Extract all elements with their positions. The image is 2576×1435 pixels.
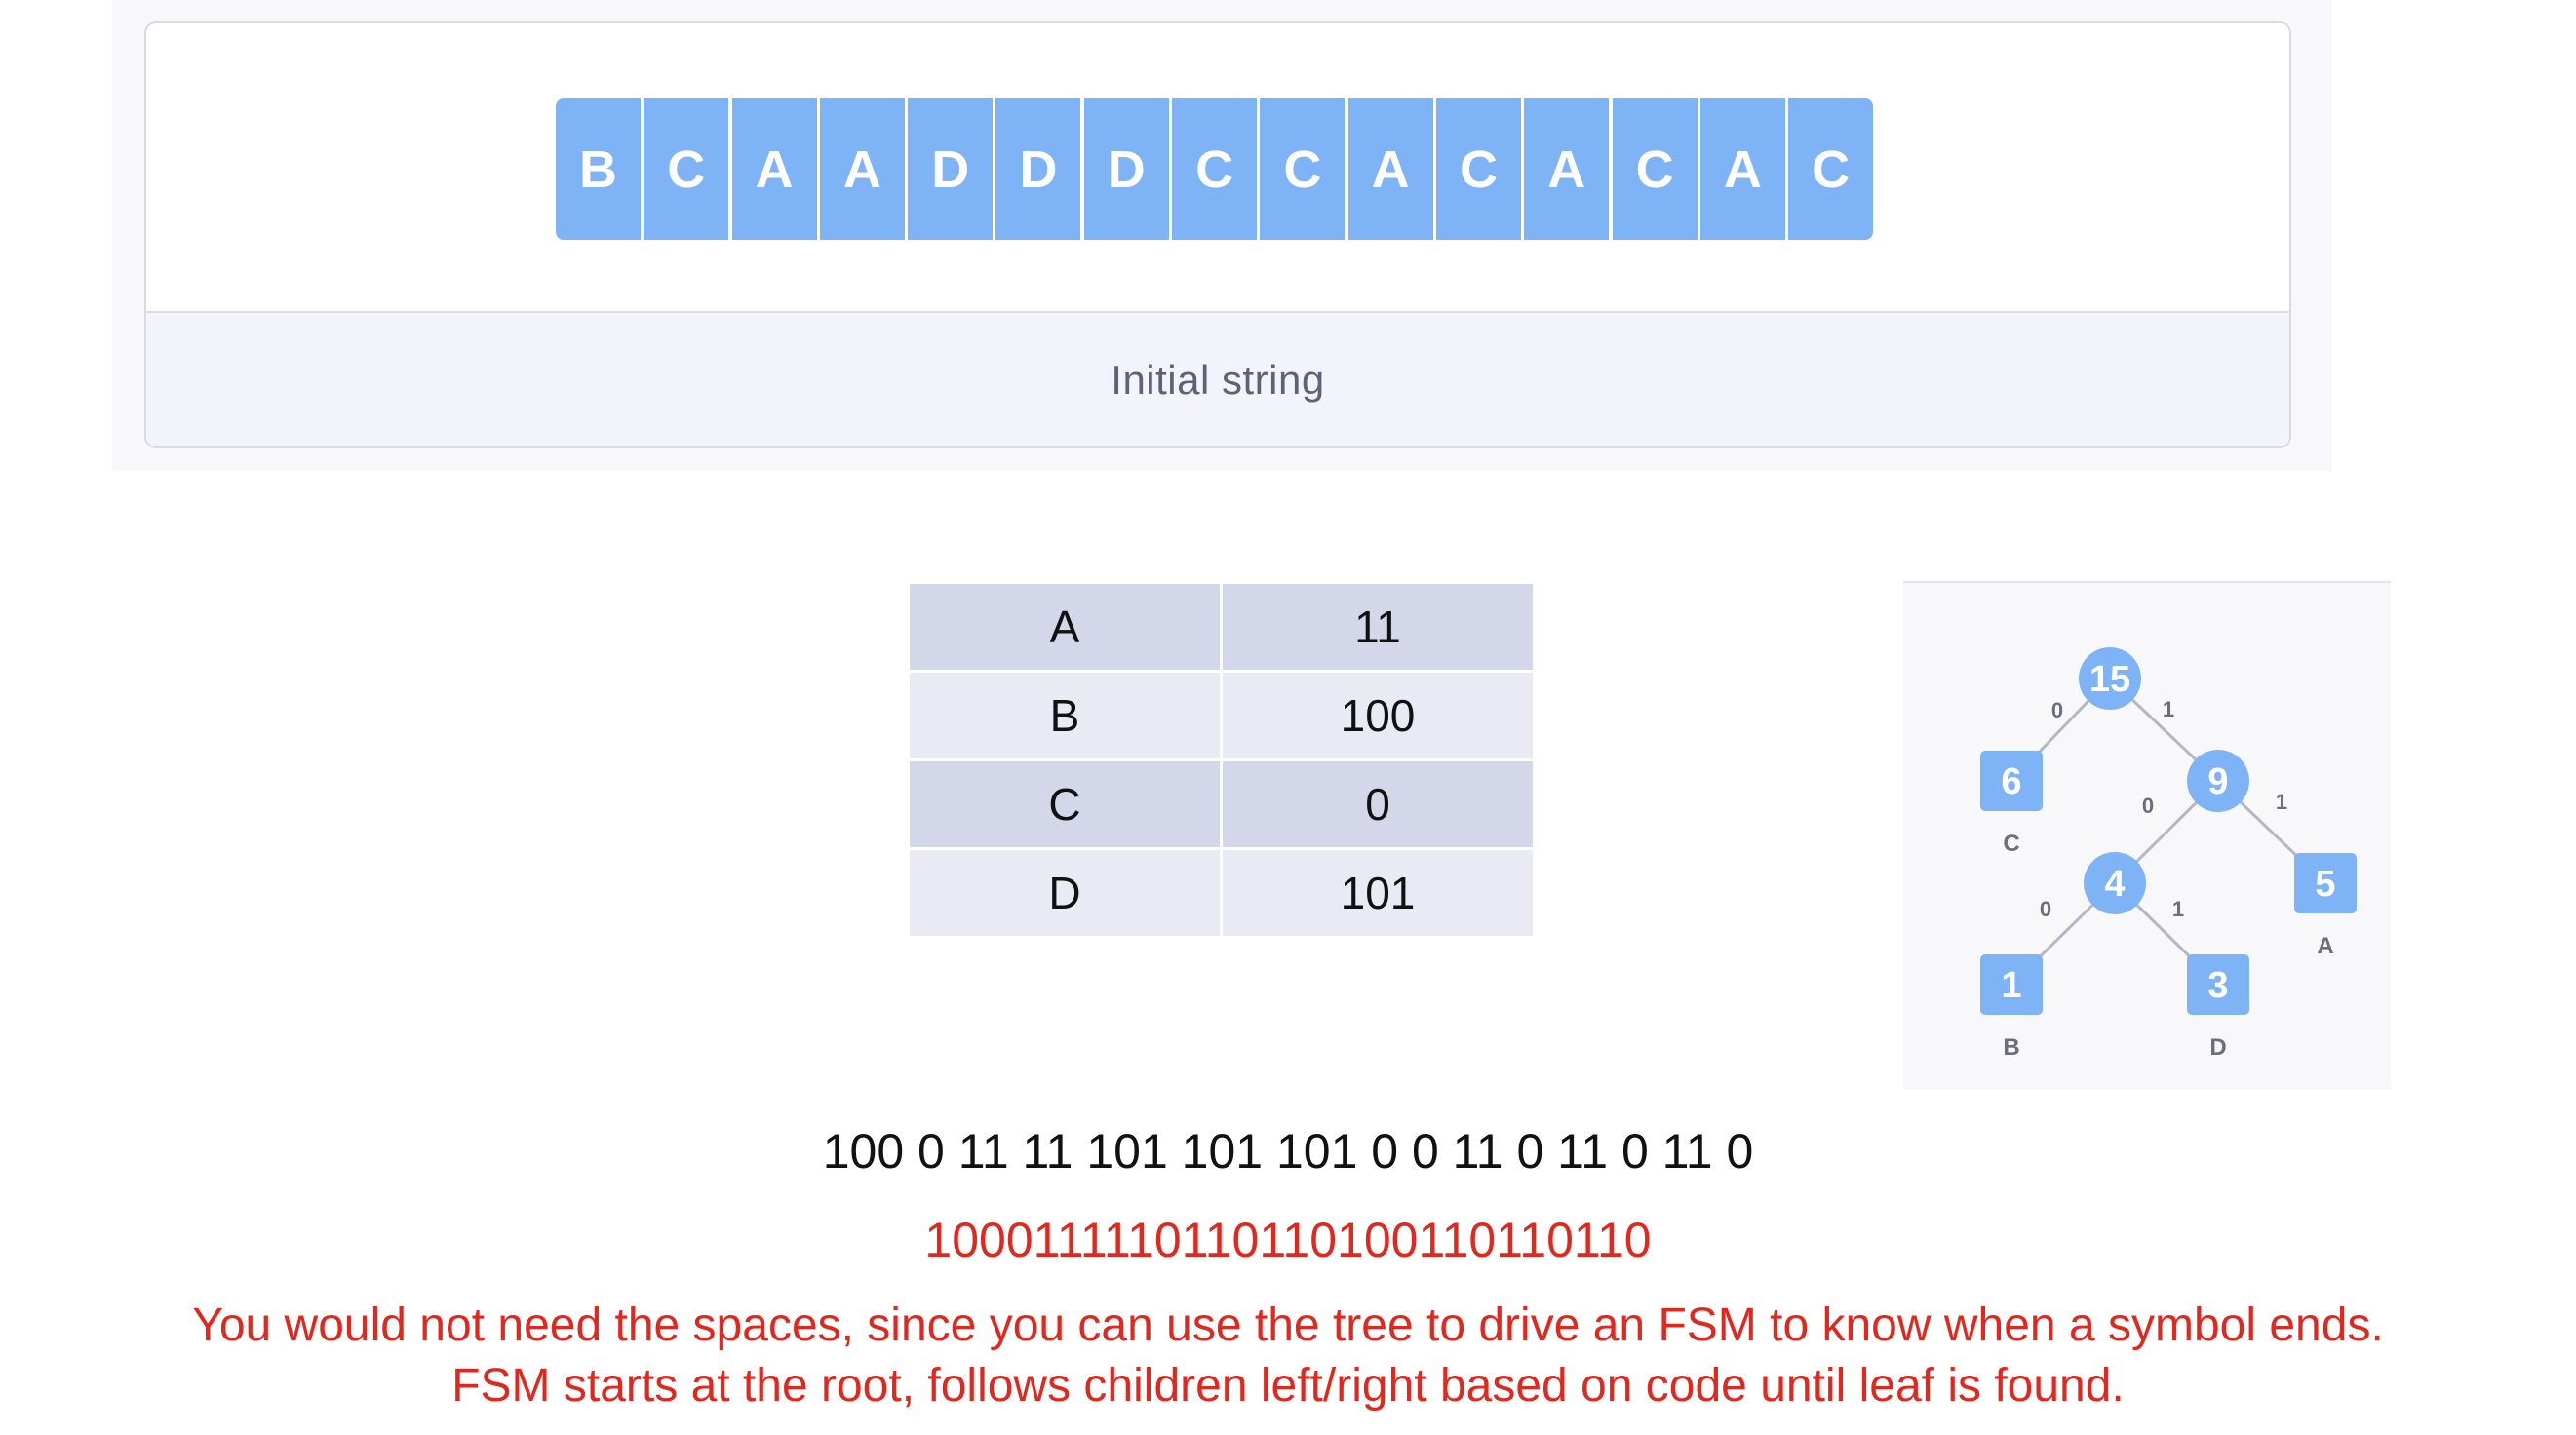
char-cell: A	[819, 98, 905, 240]
node-value: 15	[2089, 659, 2130, 700]
char-cell: C	[1788, 98, 1874, 240]
code-row-b: B 100	[907, 670, 1536, 761]
spaced-encoding: 100 0 11 11 101 101 101 0 0 11 0 11 0 11…	[822, 1124, 1754, 1179]
char-cell: C	[1435, 98, 1521, 240]
code-row-c: C 0	[907, 758, 1536, 850]
edge-label: 0	[2051, 698, 2063, 722]
code-row-a: A 11	[907, 581, 1536, 673]
char-cell: D	[1083, 98, 1169, 240]
leaf-symbol: D	[2209, 1034, 2226, 1061]
huffman-tree: 0 1 0 1 0 1 15 6 C 9 4 5 A 1 B 3 D	[1980, 647, 2357, 1061]
code-value: 100	[1220, 670, 1536, 761]
char-cell: C	[1260, 98, 1346, 240]
char-cell: C	[644, 98, 729, 240]
leaf-symbol: B	[2003, 1034, 2019, 1061]
code-symbol: D	[907, 847, 1223, 939]
edge-label: 1	[2276, 790, 2287, 814]
edge-label: 1	[2163, 697, 2174, 721]
char-cell: A	[1524, 98, 1610, 240]
node-value: 4	[2104, 864, 2125, 905]
edge-label: 1	[2172, 897, 2184, 921]
code-symbol: A	[907, 581, 1223, 673]
node-value: 6	[2001, 761, 2021, 802]
code-symbol: B	[907, 670, 1223, 761]
char-cell: B	[556, 98, 641, 240]
code-value: 101	[1220, 847, 1536, 939]
leaf-symbol: C	[2003, 831, 2019, 857]
leaf-symbol: A	[2317, 933, 2333, 959]
note-line-2: FSM starts at the root, follows children…	[451, 1360, 2125, 1412]
code-symbol: C	[907, 758, 1223, 850]
node-value: 9	[2207, 761, 2228, 802]
code-table: A 11 B 100 C 0 D 101	[907, 581, 1536, 939]
char-cell: D	[995, 98, 1081, 240]
code-row-d: D 101	[907, 847, 1536, 939]
code-value: 11	[1220, 581, 1536, 673]
string-panel-footer: Initial string	[146, 311, 2289, 446]
edge-label: 0	[2142, 794, 2154, 818]
node-value: 5	[2315, 864, 2335, 905]
edge-label: 0	[2040, 897, 2051, 921]
bit-string: 1000111110110110100110110110	[924, 1213, 1652, 1267]
character-row: BCAADDDCCACACAC	[556, 98, 1874, 240]
node-value: 3	[2207, 965, 2228, 1006]
node-value: 1	[2001, 965, 2021, 1006]
code-value: 0	[1220, 758, 1536, 850]
huffman-tree-panel: 0 1 0 1 0 1 15 6 C 9 4 5 A 1 B 3 D	[1903, 581, 2391, 1090]
char-cell: A	[1347, 98, 1433, 240]
note-line-1: You would not need the spaces, since you…	[192, 1299, 2384, 1351]
char-cell: C	[1172, 98, 1258, 240]
char-cell: D	[908, 98, 994, 240]
char-cell: A	[1699, 98, 1785, 240]
char-cell: C	[1612, 98, 1698, 240]
string-panel-caption: Initial string	[1111, 356, 1325, 403]
char-cell: A	[731, 98, 817, 240]
